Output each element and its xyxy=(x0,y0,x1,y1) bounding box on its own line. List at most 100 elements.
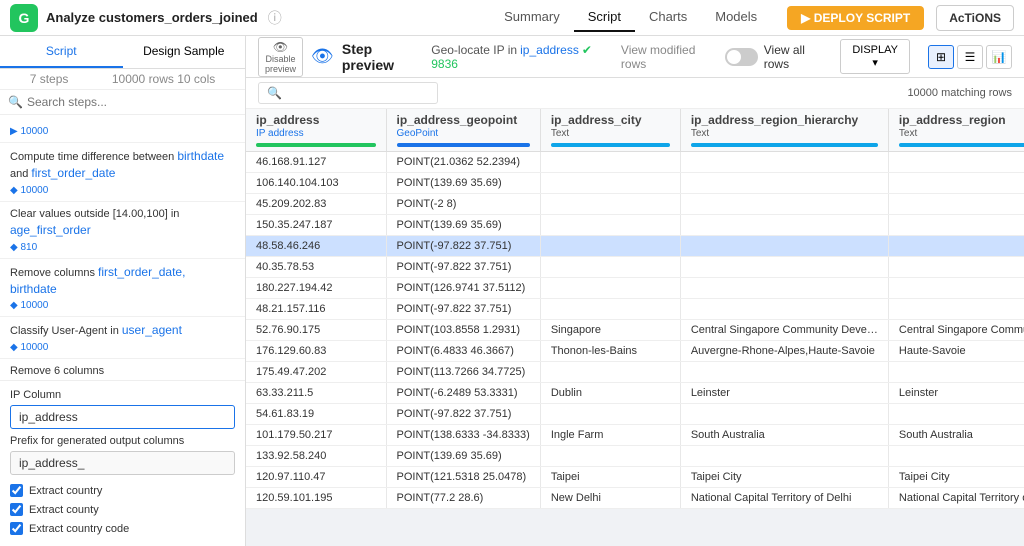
table-row[interactable]: 176.129.60.83POINT(6.4833 46.3667)Thonon… xyxy=(246,341,1024,362)
table-cell: 180.227.194.42 xyxy=(246,278,386,299)
topbar-nav: Summary Script Charts Models xyxy=(490,3,771,32)
table-cell xyxy=(680,257,888,278)
table-cell xyxy=(540,446,680,467)
table-row[interactable]: 54.61.83.19POINT(-97.822 37.751) xyxy=(246,404,1024,425)
table-cell: Leinster xyxy=(680,383,888,404)
table-row[interactable]: 175.49.47.202POINT(113.7266 34.7725) xyxy=(246,362,1024,383)
table-cell xyxy=(680,404,888,425)
table-cell xyxy=(540,404,680,425)
nav-charts[interactable]: Charts xyxy=(635,3,701,32)
nav-script[interactable]: Script xyxy=(574,3,635,32)
table-cell: 48.58.46.246 xyxy=(246,236,386,257)
table-cell xyxy=(540,278,680,299)
chart-view-button[interactable]: 📊 xyxy=(986,45,1012,69)
preview-subtitle: Geo-locate IP in ip_address ✔ 9836 xyxy=(431,43,611,71)
list-item[interactable]: Remove columns first_order_date, birthda… xyxy=(0,259,245,318)
view-icons: ⊞ ☰ 📊 xyxy=(928,45,1012,69)
table-cell xyxy=(680,299,888,320)
table-search-input[interactable] xyxy=(286,87,426,99)
table-row[interactable]: 48.58.46.246POINT(-97.822 37.751) xyxy=(246,236,1024,257)
table-row[interactable]: 63.33.211.5POINT(-6.2489 53.3331)DublinL… xyxy=(246,383,1024,404)
col-header-ip-address[interactable]: ip_address IP address xyxy=(246,109,386,152)
preview-title: Step preview xyxy=(342,41,423,73)
table-wrapper[interactable]: ip_address IP address ip_address_geopoin… xyxy=(246,109,1024,545)
table-cell: POINT(-97.822 37.751) xyxy=(386,236,540,257)
toggle-label: View modified rows xyxy=(621,43,719,71)
table-cell: POINT(-6.2489 53.3331) xyxy=(386,383,540,404)
table-cell xyxy=(888,152,1024,173)
table-cell: 48.21.157.116 xyxy=(246,299,386,320)
table-cell xyxy=(888,299,1024,320)
table-row[interactable]: 180.227.194.42POINT(126.9741 37.5112) xyxy=(246,278,1024,299)
table-cell xyxy=(680,236,888,257)
preview-icon: 👁 xyxy=(311,46,334,67)
table-cell xyxy=(888,446,1024,467)
table-cell: 106.140.104.103 xyxy=(246,173,386,194)
search-steps-input[interactable] xyxy=(27,95,237,109)
extract-country-row: Extract country xyxy=(10,481,235,500)
table-row[interactable]: 150.35.247.187POINT(139.69 35.69) xyxy=(246,215,1024,236)
step-text: Remove columns first_order_date, birthda… xyxy=(10,264,235,299)
table-row[interactable]: 120.59.101.195POINT(77.2 28.6)New DelhiN… xyxy=(246,488,1024,509)
table-row[interactable]: 120.97.110.47POINT(121.5318 25.0478)Taip… xyxy=(246,467,1024,488)
search-bar: 🔍 xyxy=(0,90,245,115)
list-item[interactable]: Clear values outside [14.00,100] in age_… xyxy=(0,202,245,259)
table-row[interactable]: 101.179.50.217POINT(138.6333 -34.8333)In… xyxy=(246,425,1024,446)
table-cell xyxy=(680,194,888,215)
view-all-label: View all rows xyxy=(764,43,831,71)
table-cell: Taipei City xyxy=(680,467,888,488)
col-header-region[interactable]: ip_address_region Text xyxy=(888,109,1024,152)
table-cell: POINT(121.5318 25.0478) xyxy=(386,467,540,488)
table-cell: Taipei City xyxy=(888,467,1024,488)
disable-preview-button[interactable]: 👁 Disablepreview xyxy=(258,37,303,77)
table-row[interactable]: 133.92.58.240POINT(139.69 35.69) xyxy=(246,446,1024,467)
list-item[interactable]: Classify User-Agent in user_agent ◆ 1000… xyxy=(0,317,245,358)
table-row[interactable]: 106.140.104.103POINT(139.69 35.69) xyxy=(246,173,1024,194)
col-header-geopoint[interactable]: ip_address_geopoint GeoPoint xyxy=(386,109,540,152)
tab-design-sample[interactable]: Design Sample xyxy=(123,36,246,68)
display-button[interactable]: DISPLAY ▾ xyxy=(840,39,910,74)
table-row[interactable]: 45.209.202.83POINT(-2 8) xyxy=(246,194,1024,215)
ip-column-input[interactable] xyxy=(10,405,235,429)
table-row[interactable]: 52.76.90.175POINT(103.8558 1.2931)Singap… xyxy=(246,320,1024,341)
sidebar-tab-sub: 7 steps 10000 rows 10 cols xyxy=(0,69,245,90)
list-view-button[interactable]: ☰ xyxy=(957,45,983,69)
info-icon: ⓘ xyxy=(268,8,282,28)
table-cell: Auvergne-Rhone-Alpes,Haute-Savoie xyxy=(680,341,888,362)
main-layout: Script Design Sample 7 steps 10000 rows … xyxy=(0,36,1024,546)
nav-summary[interactable]: Summary xyxy=(490,3,574,32)
col-header-hierarchy[interactable]: ip_address_region_hierarchy Text xyxy=(680,109,888,152)
prefix-input[interactable] xyxy=(10,451,235,475)
col-type-geopoint: GeoPoint xyxy=(397,127,530,140)
nav-models[interactable]: Models xyxy=(701,3,771,32)
table-cell xyxy=(888,236,1024,257)
extract-country-code-checkbox[interactable] xyxy=(10,522,23,535)
table-cell: 150.35.247.187 xyxy=(246,215,386,236)
deploy-script-button[interactable]: ▶ DEPLOY SCRIPT xyxy=(787,6,924,30)
preview-bar: 👁 Disablepreview 👁 Step preview Geo-loca… xyxy=(246,36,1024,78)
table-cell xyxy=(680,446,888,467)
table-cell xyxy=(888,194,1024,215)
rows-cols-count: 10000 rows 10 cols xyxy=(112,72,215,86)
steps-count: 7 steps xyxy=(30,72,69,86)
col-header-city[interactable]: ip_address_city Text xyxy=(540,109,680,152)
actions-button[interactable]: AcTiONS xyxy=(936,5,1014,31)
view-modified-toggle[interactable] xyxy=(725,48,757,66)
table-cell: National Capital Territory of Delhi xyxy=(680,488,888,509)
table-cell xyxy=(680,215,888,236)
tab-script[interactable]: Script xyxy=(0,36,123,68)
table-row[interactable]: 46.168.91.127POINT(21.0362 52.2394) xyxy=(246,152,1024,173)
list-item[interactable]: ▶ 10000 xyxy=(0,119,245,143)
col-type-region: Text xyxy=(899,127,1024,140)
table-cell: POINT(21.0362 52.2394) xyxy=(386,152,540,173)
table-row[interactable]: 48.21.157.116POINT(-97.822 37.751) xyxy=(246,299,1024,320)
extract-county-checkbox[interactable] xyxy=(10,503,23,516)
list-item[interactable]: Compute time difference between birthdat… xyxy=(0,143,245,202)
table-row[interactable]: 40.35.78.53POINT(-97.822 37.751) xyxy=(246,257,1024,278)
table-cell: 63.33.211.5 xyxy=(246,383,386,404)
extract-country-code-label: Extract country code xyxy=(29,523,129,535)
extract-country-checkbox[interactable] xyxy=(10,484,23,497)
grid-view-button[interactable]: ⊞ xyxy=(928,45,954,69)
sidebar-steps: ▶ 10000 Compute time difference between … xyxy=(0,115,245,380)
list-item[interactable]: Remove 6 columns ◆ 10000 xyxy=(0,359,245,380)
